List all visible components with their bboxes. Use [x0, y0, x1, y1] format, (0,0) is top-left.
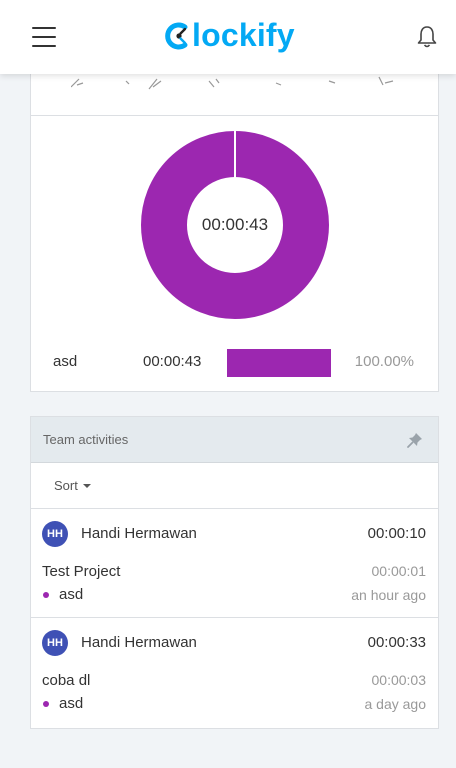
entry-description: coba dl — [42, 672, 91, 689]
user-total-time: 00:00:10 — [367, 525, 426, 542]
legend-bar-track — [227, 349, 331, 377]
avatar: HH — [42, 521, 68, 547]
user-name: Handi Hermawan — [81, 634, 197, 651]
donut-center-label: 00:00:43 — [201, 215, 269, 234]
sort-dropdown[interactable]: Sort — [54, 478, 91, 493]
project-summary-card: 00:00:43 asd 00:00:43 100.00% — [30, 40, 439, 392]
legend-bar — [227, 349, 331, 377]
pin-icon[interactable] — [406, 431, 424, 449]
donut-chart: 00:00:43 — [141, 131, 329, 319]
sort-row: Sort — [31, 463, 438, 509]
activity-item[interactable]: HH Handi Hermawan 00:00:33 coba dl 00:00… — [31, 618, 438, 728]
clockify-logo-mark-icon — [165, 22, 188, 49]
entry-description: Test Project — [42, 563, 121, 580]
entry-project: asd — [43, 695, 83, 712]
legend-project-name: asd — [53, 353, 78, 370]
entry-time-ago: an hour ago — [351, 587, 426, 603]
chevron-down-icon — [82, 483, 91, 488]
entry-project-name: asd — [59, 695, 84, 712]
bell-icon[interactable] — [416, 25, 438, 49]
team-activities-card: Team activities Sort HH Handi Hermawan 0… — [30, 416, 439, 729]
user-name: Handi Hermawan — [81, 525, 197, 542]
team-activities-header: Team activities — [31, 417, 438, 463]
project-color-dot — [43, 700, 49, 707]
user-total-time: 00:00:33 — [367, 634, 426, 651]
project-color-dot — [43, 591, 49, 598]
clockify-logo[interactable]: lockify — [165, 17, 295, 54]
legend-percent: 100.00% — [354, 353, 414, 370]
app-header: lockify — [0, 0, 456, 74]
entry-project-name: asd — [59, 586, 84, 603]
activity-item[interactable]: HH Handi Hermawan 00:00:10 Test Project … — [31, 509, 438, 618]
legend-project-time: 00:00:43 — [143, 353, 202, 370]
entry-time-ago: a day ago — [364, 696, 427, 712]
entry-duration: 00:00:03 — [371, 672, 427, 688]
entry-duration: 00:00:01 — [371, 563, 427, 579]
rotated-axis-labels — [71, 76, 394, 90]
team-activities-title: Team activities — [43, 432, 129, 447]
avatar: HH — [42, 630, 68, 656]
legend-row: asd 00:00:43 100.00% — [31, 347, 438, 377]
logo-text: lockify — [192, 17, 295, 53]
sort-label: Sort — [54, 478, 78, 493]
entry-project: asd — [43, 586, 83, 603]
hamburger-menu-icon[interactable] — [32, 27, 56, 47]
